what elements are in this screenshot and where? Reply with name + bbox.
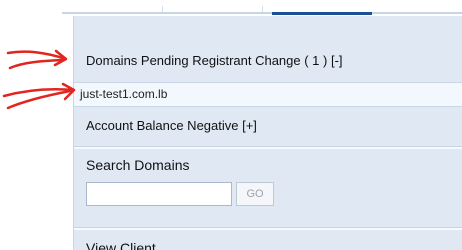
- tab-active[interactable]: [272, 6, 372, 15]
- list-item[interactable]: just-test1.com.lb: [74, 82, 462, 107]
- view-client-link[interactable]: View Client: [86, 240, 156, 250]
- pending-domain-link[interactable]: just-test1.com.lb: [80, 87, 167, 101]
- go-button[interactable]: GO: [236, 182, 274, 206]
- search-domains-title: Search Domains: [86, 157, 190, 173]
- divider: [74, 146, 462, 149]
- sidebar-panel: Domains Pending Registrant Change ( 1 ) …: [73, 16, 462, 250]
- divider: [74, 227, 462, 230]
- account-balance-negative-toggle[interactable]: Account Balance Negative [+]: [86, 118, 257, 133]
- tab[interactable]: [382, 6, 462, 12]
- tab[interactable]: [62, 6, 163, 12]
- red-arrow-icon: [2, 82, 76, 110]
- tab[interactable]: [162, 6, 263, 12]
- search-domains-input[interactable]: [86, 182, 232, 206]
- pending-registrant-change-toggle[interactable]: Domains Pending Registrant Change ( 1 ) …: [86, 53, 343, 68]
- page: Domains Pending Registrant Change ( 1 ) …: [0, 0, 462, 250]
- red-arrow-icon: [6, 49, 68, 70]
- top-tab-strip: [62, 4, 462, 15]
